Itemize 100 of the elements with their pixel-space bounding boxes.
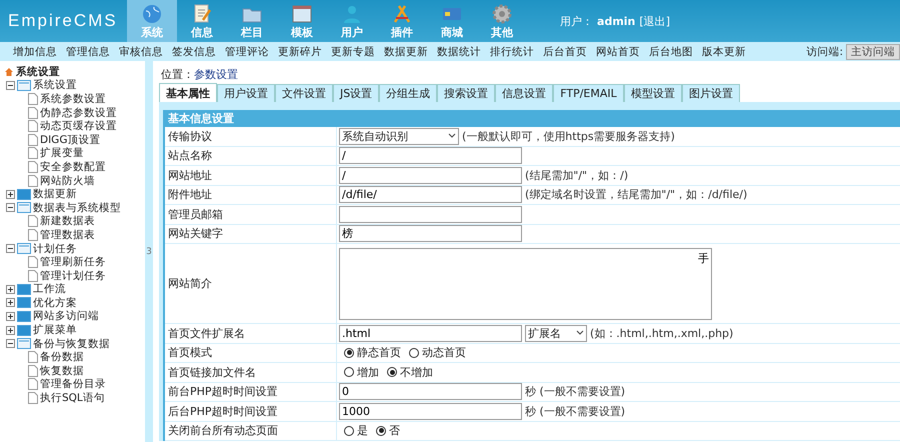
radio-button[interactable] [409, 348, 419, 358]
tree-folder[interactable]: 数据表与系统模型 [33, 200, 121, 215]
tree-folder[interactable]: 网站多访问端 [33, 309, 99, 324]
tree-item[interactable]: 备份数据 [40, 350, 84, 364]
tree-folder[interactable]: 扩展菜单 [33, 323, 77, 338]
radio-button[interactable] [344, 367, 354, 378]
input-field[interactable]: / [339, 147, 522, 164]
tree-item[interactable]: 新建数据表 [40, 214, 95, 228]
expand-icon[interactable] [6, 190, 15, 199]
tools-icon [391, 3, 413, 25]
field-label: 网站关键字 [165, 224, 337, 243]
collapse-icon[interactable] [6, 244, 15, 254]
page-icon [28, 351, 38, 364]
tree-folder[interactable]: 系统设置 [33, 78, 77, 92]
tree-item[interactable]: 扩展变量 [40, 146, 84, 160]
page-icon [28, 174, 38, 187]
splitter[interactable]: 3 [145, 61, 153, 442]
input-field[interactable]: .html [339, 324, 522, 342]
tree-item[interactable]: 管理备份目录 [40, 377, 106, 392]
settings-tab[interactable]: 用户设置 [217, 84, 275, 102]
tree-item[interactable]: 网站防火墙 [40, 174, 95, 188]
input-field[interactable]: 0 [339, 383, 522, 400]
menu-link[interactable]: 管理信息 [66, 44, 110, 58]
tree-item[interactable]: 动态页缓存设置 [40, 119, 117, 134]
tree-item[interactable]: 管理数据表 [40, 228, 95, 242]
input-field[interactable] [339, 206, 522, 223]
input-field[interactable]: 榜 [339, 225, 522, 242]
menu-link[interactable]: 后台首页 [543, 44, 587, 58]
tree-item[interactable]: 安全参数配置 [40, 160, 106, 174]
menu-link[interactable]: 更新碎片 [278, 44, 322, 58]
tree-folder[interactable]: 工作流 [33, 282, 66, 296]
settings-tab[interactable]: FTP/EMAIL [553, 84, 624, 102]
collapse-icon[interactable] [6, 80, 15, 90]
tree-item[interactable]: 管理刷新任务 [40, 255, 106, 270]
folder-icon [17, 202, 31, 214]
tree-item[interactable]: 管理计划任务 [40, 268, 106, 283]
tree-item[interactable]: 恢复数据 [40, 364, 84, 378]
hint-text: (结尾需加"/"，如：/) [525, 168, 628, 183]
page-icon [28, 256, 38, 268]
menu-link[interactable]: 增加信息 [13, 44, 57, 58]
field-label: 管理员邮箱 [165, 205, 337, 224]
menu-link[interactable]: 管理评论 [225, 44, 269, 58]
menu-link[interactable]: 排行统计 [490, 44, 534, 58]
radio-label: 动态首页 [422, 345, 466, 360]
settings-tab[interactable]: 分组生成 [379, 84, 438, 102]
settings-tab[interactable]: JS设置 [333, 84, 380, 102]
menu-link[interactable]: 审核信息 [119, 44, 163, 58]
menu-link[interactable]: 更新专题 [331, 44, 375, 58]
settings-tab[interactable]: 图片设置 [682, 84, 740, 102]
radio-button[interactable] [376, 426, 386, 436]
settings-tab[interactable]: 信息设置 [495, 84, 554, 102]
radio-button[interactable] [344, 426, 354, 436]
radio-label: 是 [357, 423, 368, 438]
folder-icon [17, 243, 31, 254]
input-field[interactable]: 1000 [339, 402, 522, 420]
extension-select[interactable]: 扩展名 [525, 324, 587, 342]
breadcrumb-link[interactable]: 参数设置 [194, 66, 238, 82]
expand-icon[interactable] [6, 298, 15, 308]
tree-folder[interactable]: 优化方案 [33, 296, 77, 310]
hint-text: (如：.html,.htm,.xml,.php) [590, 326, 734, 341]
tree-item[interactable]: 系统参数设置 [40, 92, 106, 106]
menu-link[interactable]: 数据更新 [384, 44, 428, 58]
caret-icon [576, 330, 584, 336]
menu-link[interactable]: 数据统计 [437, 44, 481, 58]
user-label: 用户： [560, 14, 594, 28]
folder-icon [17, 284, 31, 295]
settings-tab[interactable]: 基本属性 [159, 83, 217, 102]
window-icon [291, 3, 313, 25]
settings-tab[interactable]: 文件设置 [275, 84, 333, 102]
textarea-field[interactable]: 手 [339, 248, 712, 320]
logo: EmpireCMS [7, 10, 119, 32]
tree-item[interactable]: DIGG顶设置 [40, 132, 100, 147]
input-field[interactable]: / [339, 166, 522, 184]
page-icon [28, 228, 38, 241]
menu-link[interactable]: 后台地图 [649, 44, 693, 58]
collapse-icon[interactable] [6, 339, 15, 348]
tree-folder[interactable]: 备份与恢复数据 [33, 336, 110, 351]
breadcrumb-label: 位置： [161, 66, 194, 82]
input-field[interactable]: /d/file/ [339, 186, 522, 204]
collapse-icon[interactable] [6, 203, 15, 212]
radio-button[interactable] [387, 367, 397, 378]
access-select[interactable]: 主访问端 [846, 44, 900, 60]
menu-link[interactable]: 网站首页 [596, 44, 640, 58]
expand-icon[interactable] [6, 284, 15, 294]
field-label: 后台PHP超时时间设置 [165, 402, 337, 420]
tree-item[interactable]: 伪静态参数设置 [40, 106, 117, 120]
field-label: 前台PHP超时时间设置 [165, 382, 337, 401]
protocol-select[interactable]: 系统自动识别 [339, 128, 459, 145]
page-icon [28, 106, 38, 119]
tree-folder[interactable]: 计划任务 [33, 242, 77, 256]
tree-item[interactable]: 执行SQL语句 [40, 391, 105, 406]
settings-tab[interactable]: 模型设置 [624, 84, 682, 102]
settings-tab[interactable]: 搜索设置 [437, 84, 496, 102]
expand-icon[interactable] [6, 326, 15, 335]
menu-link[interactable]: 版本更新 [702, 44, 746, 58]
tree-folder[interactable]: 数据更新 [33, 187, 77, 202]
radio-button[interactable] [344, 348, 354, 358]
expand-icon[interactable] [6, 312, 15, 321]
folder-icon [17, 324, 31, 336]
menu-link[interactable]: 签发信息 [172, 44, 216, 58]
